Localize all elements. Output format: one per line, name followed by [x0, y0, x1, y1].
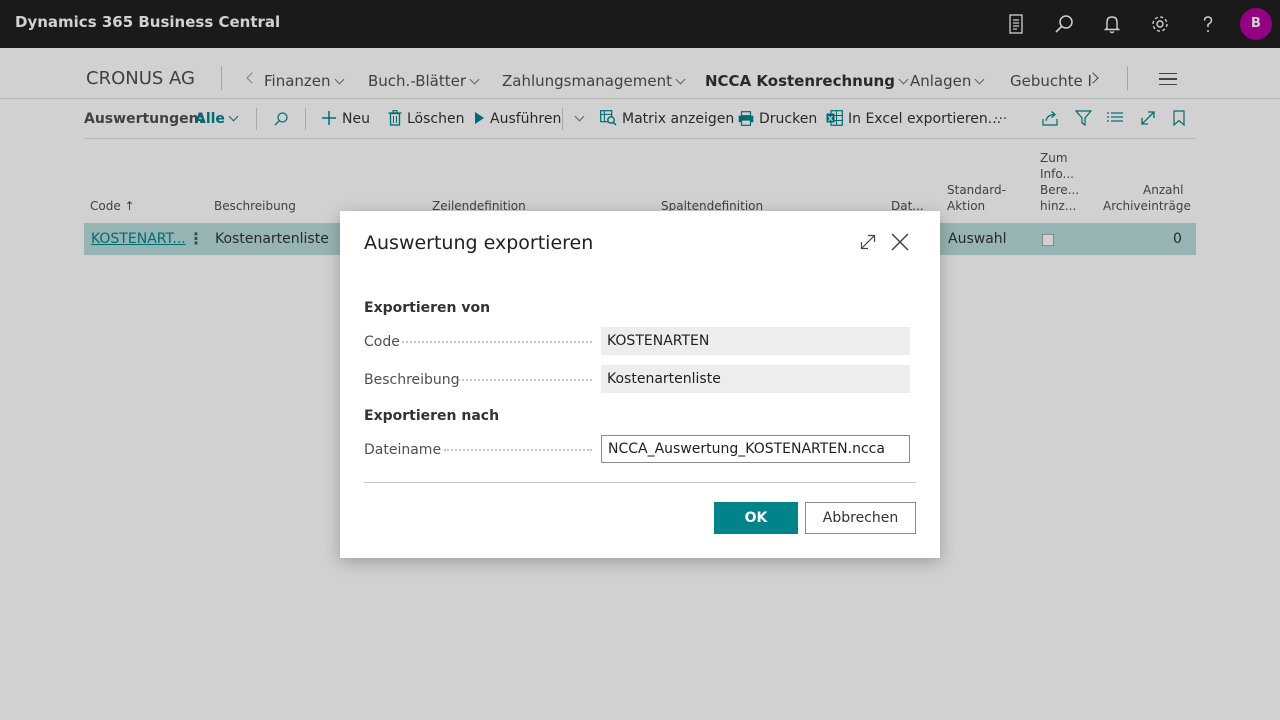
dialog-title: Auswertung exportieren	[364, 232, 594, 254]
field-leader	[458, 379, 592, 381]
export-dialog: Auswertung exportieren Exportieren von C…	[340, 211, 940, 558]
description-field: Kostenartenliste	[601, 365, 910, 393]
field-leader	[402, 341, 592, 343]
filename-input[interactable]: NCCA_Auswertung_KOSTENARTEN.ncca	[601, 435, 910, 463]
filename-label: Dateiname	[364, 442, 442, 458]
cancel-button[interactable]: Abbrechen	[805, 502, 916, 534]
section-export-from: Exportieren von	[364, 300, 491, 316]
dialog-divider	[364, 482, 916, 483]
section-export-to: Exportieren nach	[364, 408, 500, 424]
field-leader	[444, 449, 592, 451]
code-label: Code	[364, 334, 400, 350]
ok-button[interactable]: OK	[714, 502, 798, 534]
code-field: KOSTENARTEN	[601, 327, 910, 355]
close-icon[interactable]	[891, 233, 909, 251]
description-label: Beschreibung	[364, 372, 460, 388]
expand-icon[interactable]	[860, 234, 876, 250]
